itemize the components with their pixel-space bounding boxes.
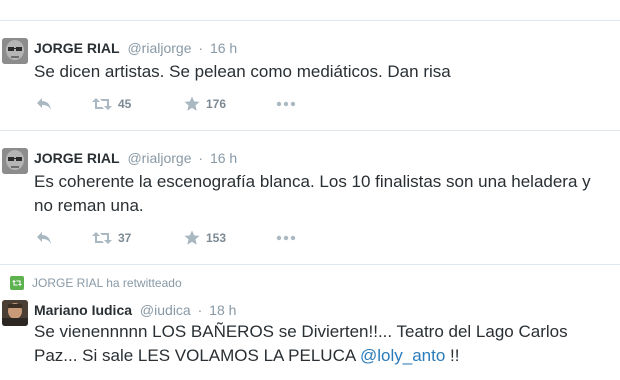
- avatar-mariano-iudica[interactable]: [2, 300, 28, 326]
- author-handle[interactable]: @iudica: [140, 302, 191, 318]
- more-dots-icon: [276, 101, 296, 107]
- more-dots-icon: [276, 235, 296, 241]
- separator-dot: ·: [197, 302, 203, 318]
- author-handle[interactable]: @rialjorge: [127, 150, 191, 166]
- reply-icon: [37, 98, 51, 110]
- tweet-header: JORGE RIAL @rialjorge · 16 h: [34, 39, 237, 57]
- author-name[interactable]: JORGE RIAL: [34, 150, 120, 166]
- reply-icon: [37, 232, 51, 244]
- author-name[interactable]: JORGE RIAL: [34, 40, 120, 56]
- tweet-header: Mariano Iudica @iudica · 18 h: [34, 301, 236, 319]
- more-button[interactable]: [276, 228, 296, 248]
- retweet-button[interactable]: 45: [92, 94, 131, 114]
- divider-top: [0, 20, 620, 21]
- favorite-star-icon: [184, 96, 200, 111]
- favorite-count: 153: [206, 231, 227, 245]
- favorite-count: 176: [206, 97, 227, 111]
- tweet-1[interactable]: JORGE RIAL @rialjorge · 16 h Se dicen ar…: [0, 38, 620, 122]
- retweet-count: 37: [118, 231, 132, 245]
- divider-2: [0, 264, 620, 265]
- reply-button[interactable]: [36, 94, 52, 114]
- retweet-context[interactable]: JORGE RIAL ha retwitteado: [10, 276, 182, 290]
- avatar-jorge-rial[interactable]: [2, 148, 28, 174]
- mention-link[interactable]: @loly_anto: [360, 346, 445, 365]
- separator-dot: ·: [198, 150, 204, 166]
- tweet-text-part: !!: [445, 346, 460, 365]
- tweet-text: Se vienennnnn LOS BAÑEROS se Divierten!!…: [34, 320, 614, 368]
- tweet-text: Se dicen artistas. Se pelean como mediát…: [34, 62, 451, 81]
- author-name[interactable]: Mariano Iudica: [34, 302, 132, 318]
- favorite-star-icon: [184, 230, 200, 245]
- tweet-timestamp[interactable]: 16 h: [210, 150, 237, 166]
- separator-dot: ·: [198, 40, 204, 56]
- tweet-text: Es coherente la escenografía blanca. Los…: [34, 172, 591, 215]
- more-button[interactable]: [276, 94, 296, 114]
- retweet-badge-icon: [10, 276, 24, 290]
- tweet-header: JORGE RIAL @rialjorge · 16 h: [34, 149, 237, 167]
- retweet-context-text: JORGE RIAL ha retwitteado: [32, 276, 182, 290]
- avatar-jorge-rial[interactable]: [2, 38, 28, 64]
- tweet-2[interactable]: JORGE RIAL @rialjorge · 16 h Es coherent…: [0, 148, 620, 252]
- author-handle[interactable]: @rialjorge: [127, 40, 191, 56]
- favorite-button[interactable]: 153: [184, 228, 226, 248]
- tweet-text-part: Se vienennnnn LOS BAÑEROS se Divierten!!…: [34, 322, 568, 365]
- reply-button[interactable]: [36, 228, 52, 248]
- favorite-button[interactable]: 176: [184, 94, 226, 114]
- tweet-timestamp[interactable]: 16 h: [210, 40, 237, 56]
- retweet-button[interactable]: 37: [92, 228, 131, 248]
- retweet-icon: [92, 98, 112, 110]
- tweet-timestamp[interactable]: 18 h: [209, 302, 236, 318]
- divider-1: [0, 130, 620, 131]
- retweet-count: 45: [118, 97, 132, 111]
- retweet-icon: [92, 232, 112, 244]
- tweet-3[interactable]: Mariano Iudica @iudica · 18 h Se vienenn…: [0, 300, 620, 380]
